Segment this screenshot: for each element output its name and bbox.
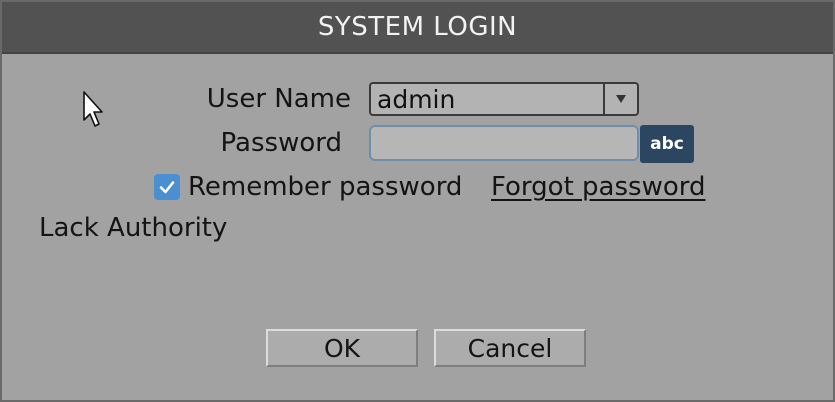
login-dialog: SYSTEM LOGIN User Name admin Password ab… [0, 0, 835, 402]
username-select[interactable]: admin [369, 82, 639, 116]
forgot-password-link[interactable]: Forgot password [491, 172, 705, 202]
mouse-pointer-icon [83, 91, 103, 127]
dialog-title: SYSTEM LOGIN [2, 2, 833, 54]
status-message: Lack Authority [39, 213, 228, 243]
chevron-down-icon [616, 95, 626, 103]
remember-password-label[interactable]: Remember password [188, 172, 462, 202]
username-value: admin [377, 85, 456, 114]
password-label: Password [220, 128, 342, 158]
password-input[interactable] [369, 125, 639, 161]
keyboard-mode-button[interactable]: abc [640, 125, 694, 163]
cancel-button[interactable]: Cancel [434, 329, 586, 367]
checkmark-icon [159, 181, 175, 194]
remember-password-checkbox[interactable] [154, 174, 180, 200]
username-label: User Name [206, 84, 351, 114]
dropdown-button[interactable] [603, 84, 637, 114]
ok-button[interactable]: OK [266, 329, 418, 367]
